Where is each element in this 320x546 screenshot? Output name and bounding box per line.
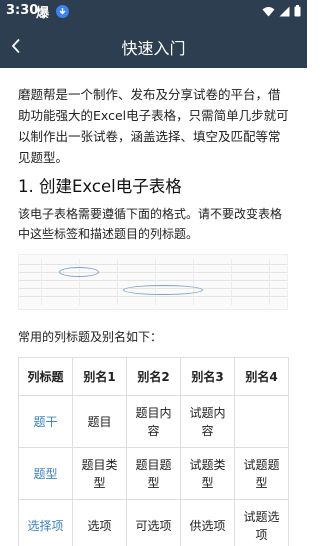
- status-bar: 3:30 爆: [0, 0, 307, 24]
- alias-table: 列标题 别名1 别名2 别名3 别名4 题干 题目 题目内容 试题内容 题型 题…: [18, 357, 289, 546]
- table-row: 题干 题目 题目内容 试题内容: [18, 395, 289, 448]
- table-cell: 试题题型: [234, 447, 289, 500]
- table-cell: 试题选项: [234, 499, 289, 546]
- download-icon: [56, 5, 69, 18]
- table-header-cell: 别名2: [126, 357, 181, 396]
- table-header-row: 列标题 别名1 别名2 别名3 别名4: [18, 357, 289, 396]
- table-header-cell: 别名1: [72, 357, 127, 396]
- table-cell: 可选项: [126, 499, 181, 546]
- table-cell: 题目: [72, 395, 127, 448]
- table-cell: 题目类型: [72, 447, 127, 500]
- signal-icon: [279, 6, 290, 16]
- table-header-cell: 别名4: [234, 357, 289, 396]
- app-notification-icon: 爆: [36, 6, 50, 21]
- intro-text: 磨题帮是一个制作、发布及分享试卷的平台，借助功能强大的Excel电子表格，只需简…: [18, 87, 289, 165]
- table-cell: 选项: [72, 499, 127, 546]
- table-cell: 题目题型: [126, 447, 181, 500]
- table-header-cell: 别名3: [180, 357, 235, 396]
- table-cell: 供选项: [180, 499, 235, 546]
- table-key-cell[interactable]: 题干: [18, 395, 73, 448]
- table-cell: 试题内容: [180, 395, 235, 448]
- wifi-icon: [262, 6, 275, 16]
- table-header-cell: 列标题: [18, 357, 73, 396]
- table-row: 选择项 选项 可选项 供选项 试题选项: [18, 499, 289, 546]
- list-title: 常用的列标题及别名如下：: [18, 330, 163, 344]
- section-description: 该电子表格需要遵循下面的格式。请不要改变表格中这些标签和描述题目的列标题。: [18, 207, 283, 241]
- content-scroll-area[interactable]: 磨题帮是一个制作、发布及分享试卷的平台，借助功能强大的Excel电子表格，只需简…: [0, 68, 307, 546]
- section-title: 1. 创建Excel电子表格: [18, 177, 182, 196]
- table-key-cell[interactable]: 选择项: [18, 499, 73, 546]
- status-icons: [262, 5, 301, 17]
- example-spreadsheet-image: [18, 254, 288, 310]
- status-time: 3:30: [6, 3, 39, 18]
- page-title: 快速入门: [121, 39, 186, 58]
- table-cell: 题目内容: [126, 395, 181, 448]
- table-key-cell[interactable]: 题型: [18, 447, 73, 500]
- table-row: 题型 题目类型 题目题型 试题类型 试题题型: [18, 447, 289, 500]
- app-bar: 快速入门: [0, 24, 307, 68]
- table-cell: [234, 395, 289, 448]
- table-cell: 试题类型: [180, 447, 235, 500]
- battery-icon: [294, 5, 301, 17]
